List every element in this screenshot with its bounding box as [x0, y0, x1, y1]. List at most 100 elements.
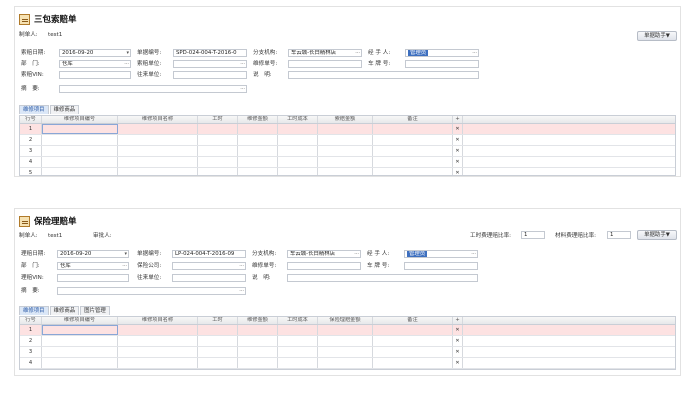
- tab-image-management[interactable]: 图片管理: [80, 306, 110, 315]
- ellipsis-icon[interactable]: ···: [472, 50, 477, 56]
- insurer-label: 保险公司:: [137, 263, 162, 269]
- document-helper-button[interactable]: 单据助手▼: [637, 230, 677, 240]
- ellipsis-icon[interactable]: ···: [240, 86, 245, 92]
- form-title: 三包索赔单: [34, 15, 77, 25]
- ellipsis-icon[interactable]: ···: [355, 50, 360, 56]
- plate-field[interactable]: [404, 262, 478, 270]
- delete-row-icon[interactable]: ✕: [453, 146, 463, 156]
- contact-unit-label: 往来单位:: [137, 275, 162, 281]
- delete-row-icon[interactable]: ✕: [453, 325, 463, 335]
- table-row[interactable]: 2 ✕: [20, 336, 675, 347]
- table-row[interactable]: 2 ✕: [20, 135, 675, 146]
- ellipsis-icon[interactable]: ···: [239, 288, 244, 294]
- doc-no-field[interactable]: LP-024-004-T-2016-09: [172, 250, 246, 258]
- tab-repair-goods[interactable]: 维修商品: [49, 306, 80, 315]
- dept-field[interactable]: 仓库 ···: [59, 60, 131, 68]
- column-header: 工时成本: [278, 116, 318, 123]
- handler-field[interactable]: 管理员 ···: [404, 250, 478, 258]
- handler-label: 经 手 人:: [368, 50, 391, 56]
- column-header: 索赔金额: [318, 116, 373, 123]
- column-header: 维修项目名称: [118, 116, 198, 123]
- doc-no-label: 单据编号:: [137, 251, 162, 257]
- edit-document-icon: [19, 215, 30, 227]
- ellipsis-icon[interactable]: ···: [124, 61, 129, 67]
- claim-date-label: 理赔日期:: [21, 251, 46, 257]
- column-header: 工时成本: [278, 317, 318, 324]
- repair-no-field[interactable]: [288, 60, 362, 68]
- contact-unit-field[interactable]: [172, 274, 246, 282]
- column-header: 行号: [20, 317, 42, 324]
- delete-row-icon[interactable]: ✕: [453, 347, 463, 357]
- tab-repair-goods[interactable]: 维修商品: [49, 105, 80, 114]
- delete-row-icon[interactable]: ✕: [453, 135, 463, 145]
- delete-row-icon[interactable]: ✕: [453, 336, 463, 346]
- note-label: 说 明:: [252, 275, 271, 281]
- delete-row-icon[interactable]: ✕: [453, 358, 463, 368]
- document-helper-button[interactable]: 单据助手▼: [637, 31, 677, 41]
- handler-label: 经 手 人:: [367, 251, 390, 257]
- repair-no-field[interactable]: [287, 262, 361, 270]
- note-field[interactable]: [287, 274, 478, 282]
- table-row[interactable]: 3 ✕: [20, 146, 675, 157]
- table-row[interactable]: 1 ✕: [20, 325, 675, 336]
- table-row[interactable]: 4 ✕: [20, 157, 675, 168]
- handler-field[interactable]: 管理员 ···: [405, 49, 479, 57]
- ellipsis-icon[interactable]: ···: [240, 61, 245, 67]
- doc-no-label: 单据编号:: [137, 50, 162, 56]
- doc-no-field[interactable]: SPD-024-004-T-2016-0: [173, 49, 247, 57]
- labor-ratio-label: 工时费理赔比率:: [470, 233, 512, 239]
- dept-field[interactable]: 仓库 ···: [57, 262, 129, 270]
- ellipsis-icon[interactable]: ···: [239, 263, 244, 269]
- summary-label: 摘 要:: [21, 288, 40, 294]
- detail-tabs: 维修项目 维修商品: [19, 105, 80, 114]
- claim-date-label: 索赔日期:: [21, 50, 46, 56]
- column-header: 备注: [373, 317, 453, 324]
- table-row[interactable]: 1 ✕: [20, 124, 675, 135]
- tab-repair-items[interactable]: 维修项目: [19, 105, 49, 114]
- add-row-icon[interactable]: +: [453, 116, 463, 123]
- ellipsis-icon[interactable]: ···: [471, 251, 476, 257]
- branch-field[interactable]: 车云城-长白精林店 ···: [287, 250, 361, 258]
- column-header: 维修项目编号: [42, 116, 118, 123]
- labor-ratio-field[interactable]: 1: [521, 231, 545, 239]
- delete-row-icon[interactable]: ✕: [453, 157, 463, 167]
- summary-field[interactable]: ···: [59, 85, 247, 93]
- plate-field[interactable]: [405, 60, 479, 68]
- column-header: 工时: [198, 317, 238, 324]
- contact-unit-field[interactable]: [173, 71, 247, 79]
- note-label: 说 明:: [253, 72, 272, 78]
- table-row[interactable]: 4 ✕: [20, 358, 675, 369]
- column-header: 工时: [198, 116, 238, 123]
- table-row[interactable]: 5 ✕: [20, 168, 675, 175]
- tab-repair-items[interactable]: 维修项目: [19, 306, 49, 315]
- plate-label: 车 牌 号:: [367, 263, 390, 269]
- table-row[interactable]: 3 ✕: [20, 347, 675, 358]
- claim-unit-field[interactable]: ···: [173, 60, 247, 68]
- insurer-field[interactable]: ···: [172, 262, 246, 270]
- chevron-down-icon[interactable]: ▾: [126, 50, 129, 56]
- creator-label: 制单人:: [19, 233, 38, 239]
- plate-label: 车 牌 号:: [368, 61, 391, 67]
- vin-field[interactable]: [59, 71, 131, 79]
- contact-unit-label: 往来单位:: [137, 72, 162, 78]
- form-title-row: 三包索赔单: [19, 12, 77, 26]
- creator-label: 制单人:: [19, 32, 38, 38]
- ellipsis-icon[interactable]: ···: [354, 251, 359, 257]
- material-ratio-field[interactable]: 1: [607, 231, 631, 239]
- chevron-down-icon[interactable]: ▾: [124, 251, 127, 257]
- note-field[interactable]: [288, 71, 479, 79]
- warranty-claim-form: 三包索赔单 制单人: test1 单据助手▼ 索赔日期: 2016-09-20 ▾…: [14, 6, 681, 177]
- delete-row-icon[interactable]: ✕: [453, 168, 463, 175]
- summary-field[interactable]: ···: [57, 287, 246, 295]
- vin-field[interactable]: [57, 274, 129, 282]
- column-header: 维修项目编号: [42, 317, 118, 324]
- delete-row-icon[interactable]: ✕: [453, 124, 463, 134]
- detail-tabs: 维修项目 维修商品 图片管理: [19, 306, 111, 315]
- branch-field[interactable]: 车云城-长白精林店 ···: [288, 49, 362, 57]
- ellipsis-icon[interactable]: ···: [122, 263, 127, 269]
- claim-date-field[interactable]: 2016-09-20 ▾: [57, 250, 129, 258]
- material-ratio-label: 材料费理赔比率:: [555, 233, 597, 239]
- insurance-claim-form: 保险理赔单 制单人: test1 审批人: 工时费理赔比率: 1 材料费理赔比率…: [14, 208, 681, 376]
- add-row-icon[interactable]: +: [453, 317, 463, 324]
- claim-date-field[interactable]: 2016-09-20 ▾: [59, 49, 131, 57]
